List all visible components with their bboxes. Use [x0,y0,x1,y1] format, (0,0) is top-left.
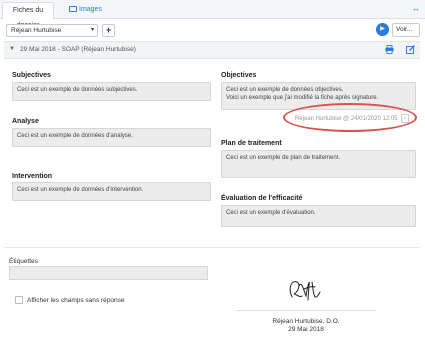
signature-name: Réjean Hurtubise, D.O. [272,318,340,325]
signature-date: 29 Mai 2018 [288,326,324,333]
signature-line [236,310,376,311]
note-title: 29 Mai 2018 - SOAP (Réjean Hurtubise) [20,46,136,53]
patient-select-value: Réjean Hurtubise [11,27,62,34]
chevron-down-icon: ▾ [90,27,94,33]
analyse-field: Ceci est un exemple de données d'analyse… [12,128,211,147]
images-icon [69,6,77,12]
print-icon[interactable] [385,45,394,54]
intervention-field: Ceci est un exemple de données d'interve… [12,182,211,201]
expand-icon[interactable]: ↔ [412,4,420,13]
note-header[interactable]: ▼ 29 Mai 2018 - SOAP (Réjean Hurtubise) [4,41,420,59]
highlight-ellipse [283,103,417,132]
tab-images-label: Images [79,6,102,13]
plan-label: Plan de traitement [221,140,282,147]
add-button[interactable]: + [102,24,115,37]
divider [4,247,420,248]
objectives-line-1: Ceci est un exemple de données objective… [226,87,344,93]
edit-icon[interactable] [406,45,415,54]
voir-button[interactable]: Voir... [392,23,420,37]
analyse-label: Analyse [12,118,39,125]
show-empty-checkbox[interactable] [15,296,23,304]
signature-image [289,281,321,301]
objectives-label: Objectives [221,72,257,79]
play-icon[interactable]: ▶ [376,23,389,36]
evaluation-field: Ceci est un exemple d'évaluation. [221,205,416,227]
tags-label: Étiquettes [9,258,38,265]
show-empty-label[interactable]: Afficher les champs sans réponse [27,297,124,304]
intervention-label: Intervention [12,173,53,180]
tab-bar: Fiches du dossier Images ↔ [0,0,425,29]
toolbar: Réjean Hurtubise ▾ + ▶ Voir... [0,19,425,41]
tags-field[interactable] [9,266,208,280]
patient-select[interactable]: Réjean Hurtubise ▾ [6,24,98,37]
tab-fiches-du-dossier[interactable]: Fiches du dossier [2,2,54,29]
subjectives-label: Subjectives [12,72,51,79]
plan-field: Ceci est un exemple de plan de traitemen… [221,150,416,178]
subjectives-field: Ceci est un exemple de données subjectiv… [12,82,211,101]
tab-images[interactable]: Images [62,2,109,19]
objectives-line-2: Voici un exemple que j'ai modifié la fic… [226,95,379,101]
evaluation-label: Évaluation de l'efficacité [221,195,303,202]
chevron-down-icon[interactable]: ▼ [9,46,15,52]
